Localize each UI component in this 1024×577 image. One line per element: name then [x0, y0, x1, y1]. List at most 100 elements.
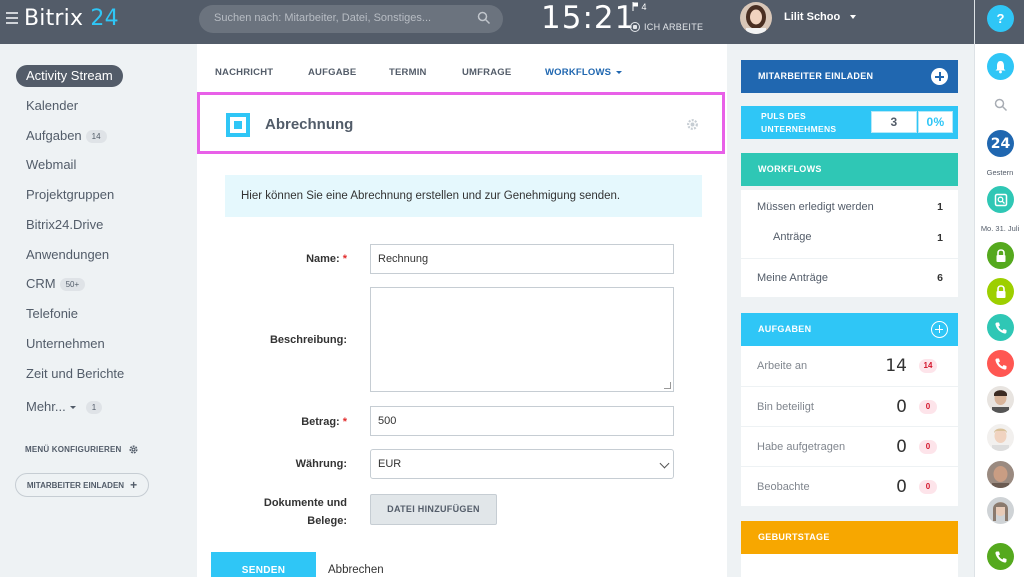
user-avatar[interactable] [740, 2, 772, 34]
description-textarea[interactable] [370, 287, 674, 392]
menu-configure-link[interactable]: MENÜ KONFIGURIEREN [25, 444, 139, 455]
work-status-label: ICH ARBEITE [644, 22, 704, 32]
task-row[interactable]: Habe aufgetragen 0 0 [741, 426, 958, 466]
user-name[interactable]: Lilit Schoo [784, 11, 840, 23]
chevron-down-icon [69, 406, 76, 410]
search-input[interactable]: Suchen nach: Mitarbeiter, Datei, Sonstig… [199, 5, 503, 33]
sidebar-item-webmail[interactable]: Webmail [16, 154, 86, 176]
flag-counter[interactable]: 4 [632, 2, 647, 12]
task-row-value: 0 [896, 437, 907, 457]
user-menu-caret-icon[interactable] [850, 15, 856, 19]
sidebar-item-anwendungen[interactable]: Anwendungen [16, 244, 119, 266]
workflows-widget-title: WORKFLOWS [741, 153, 958, 186]
task-row[interactable]: Beobachte 0 0 [741, 466, 958, 506]
workflow-row[interactable]: Meine Anträge 6 [741, 259, 958, 297]
tasks-widget-title: AUFGABEN [758, 324, 812, 334]
tab-workflows[interactable]: WORKFLOWS [545, 67, 623, 78]
contact-avatar[interactable] [987, 497, 1014, 524]
tab-termin[interactable]: TERMIN [389, 67, 427, 78]
name-field-label: Name: * [197, 253, 347, 265]
lock-chat-button[interactable] [987, 278, 1014, 305]
pulse-value: 3 [871, 111, 917, 133]
top-bar: Bitrix 24 Suchen nach: Mitarbeiter, Date… [0, 0, 974, 44]
call-button[interactable] [987, 543, 1014, 570]
gear-icon [128, 445, 138, 454]
invite-employees-button[interactable]: MITARBEITER EINLADEN + [15, 473, 149, 497]
sidebar-item-label: Zeit und Berichte [26, 366, 125, 381]
task-row[interactable]: Bin beteiligt 0 0 [741, 386, 958, 426]
workflow-row-value: 1 [937, 201, 943, 213]
sidebar-item-crm[interactable]: CRM 50+ [16, 273, 95, 295]
add-circle-icon[interactable] [931, 68, 948, 85]
search-icon[interactable] [994, 98, 1008, 112]
company-pulse-widget[interactable]: PULS DES UNTERNEHMENS 3 0% [741, 106, 958, 139]
plus-icon: + [130, 478, 138, 492]
sidebar-item-projektgruppen[interactable]: Projektgruppen [16, 184, 124, 206]
invite-widget-header[interactable]: MITARBEITER EINLADEN [741, 60, 958, 93]
call-button[interactable] [987, 350, 1014, 377]
sidebar-item-label: Mehr... [26, 399, 66, 414]
name-label-text: Name: [306, 253, 340, 265]
pulse-percent: 0% [918, 111, 953, 133]
workflows-list: Müssen erledigt werden 1 Anträge 1 Meine A… [741, 190, 958, 297]
birthdays-list [741, 554, 958, 577]
menu-icon[interactable] [6, 12, 18, 27]
workflow-row[interactable]: Anträge 1 [741, 224, 958, 258]
sidebar-item-label: CRM [26, 276, 56, 291]
search-icon[interactable] [477, 11, 491, 25]
name-input[interactable]: Rechnung [370, 244, 674, 274]
sidebar-item-label: Projektgruppen [26, 187, 115, 202]
contact-avatar[interactable] [987, 386, 1014, 413]
task-row-label: Bin beteiligt [757, 401, 814, 413]
birthdays-widget: GEBURTSTAGE [741, 521, 958, 577]
tab-nachricht[interactable]: NACHRICHT [215, 67, 273, 78]
call-button[interactable] [987, 314, 1014, 341]
task-row[interactable]: Arbeite an 14 14 [741, 346, 958, 386]
tab-umfrage[interactable]: UMFRAGE [462, 67, 511, 78]
right-toolbar-header: ? [975, 0, 1024, 44]
phone-icon [994, 322, 1006, 334]
search-placeholder: Suchen nach: Mitarbeiter, Datei, Sonstig… [214, 12, 432, 24]
tasks-widget: AUFGABEN Arbeite an 14 14 Bin beteiligt 0 0 … [741, 313, 958, 506]
settings-gear-icon[interactable] [686, 118, 699, 131]
sidebar-item-telefonie[interactable]: Telefonie [16, 303, 88, 325]
sidebar-item-zeit-und-berichte[interactable]: Zeit und Berichte [16, 363, 134, 385]
notifications-button[interactable] [987, 53, 1014, 80]
sidebar-item-unternehmen[interactable]: Unternehmen [16, 333, 115, 355]
sidebar-item-label: Bitrix24.Drive [26, 217, 104, 232]
add-task-icon[interactable] [931, 321, 948, 338]
required-marker: * [342, 416, 347, 428]
currency-select[interactable]: EUR [370, 449, 674, 479]
lock-chat-button[interactable] [987, 242, 1014, 269]
tab-label: WORKFLOWS [545, 67, 612, 78]
tasks-widget-header: AUFGABEN [741, 313, 958, 346]
stop-icon [630, 22, 640, 32]
workflow-row-label: Meine Anträge [757, 272, 828, 284]
birthdays-widget-title: GEBURTSTAGE [741, 521, 958, 554]
workflow-row-value: 6 [937, 272, 943, 284]
invite-widget[interactable]: MITARBEITER EINLADEN [741, 60, 958, 93]
cancel-link[interactable]: Abbrechen [328, 564, 384, 576]
sidebar-item-activity-stream[interactable]: Activity Stream [16, 65, 123, 87]
amount-input[interactable]: 500 [370, 406, 674, 436]
work-status[interactable]: ICH ARBEITE [630, 22, 703, 32]
clock[interactable]: 15:21 [541, 0, 635, 36]
open-lines-button[interactable] [987, 186, 1014, 213]
sidebar-item-aufgaben[interactable]: Aufgaben 14 [16, 125, 117, 147]
workflow-row[interactable]: Müssen erledigt werden 1 [741, 190, 958, 224]
post-tabs: NACHRICHT AUFGABE TERMIN UMFRAGE WORKFLO… [197, 44, 727, 90]
contact-avatar[interactable] [987, 424, 1014, 451]
contact-avatar[interactable] [987, 461, 1014, 488]
sidebar-item-drive[interactable]: Bitrix24.Drive [16, 214, 113, 236]
send-button[interactable]: SENDEN [211, 552, 316, 577]
resize-handle-icon[interactable] [664, 382, 671, 389]
sidebar-item-mehr[interactable]: Mehr... 1 [16, 396, 112, 418]
sidebar-item-kalender[interactable]: Kalender [16, 95, 88, 117]
tab-aufgabe[interactable]: AUFGABE [308, 67, 356, 78]
help-button[interactable]: ? [987, 5, 1014, 32]
task-count-badge: 14 [919, 359, 937, 373]
chevron-down-icon [616, 70, 623, 74]
logo[interactable]: Bitrix 24 [24, 6, 119, 31]
bitrix24-logo[interactable]: 24 [987, 130, 1014, 157]
add-file-button[interactable]: DATEI HINZUFÜGEN [370, 494, 497, 525]
